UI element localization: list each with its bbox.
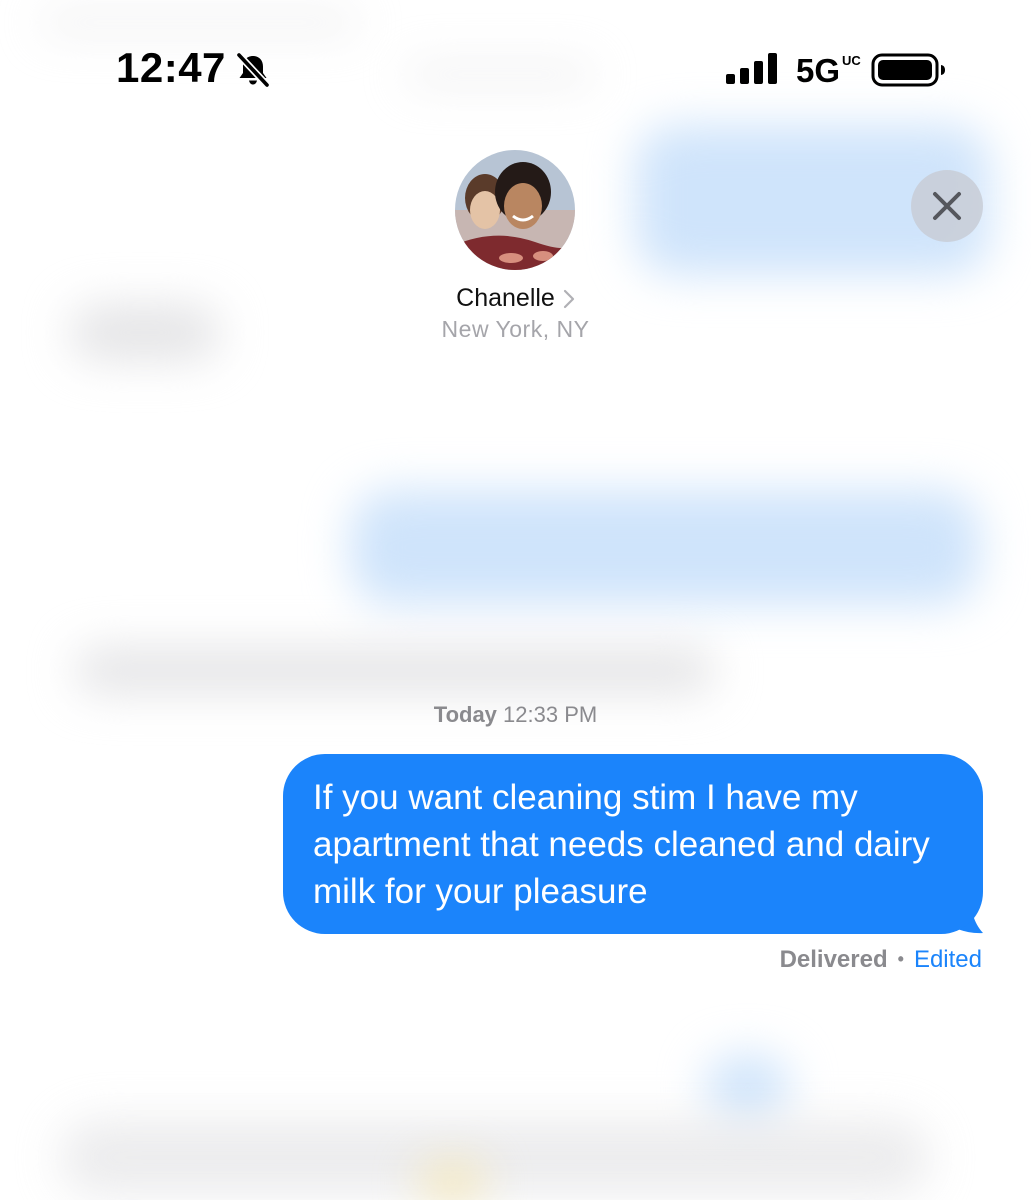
edited-link[interactable]: Edited xyxy=(914,946,982,973)
message-bubble[interactable]: If you want cleaning stim I have my apar… xyxy=(283,754,983,934)
timestamp-day: Today xyxy=(433,702,497,727)
contact-location: New York, NY xyxy=(441,316,590,342)
blurred-message-bubble xyxy=(60,1120,930,1195)
status-separator: • xyxy=(897,949,904,969)
battery-full-icon xyxy=(871,53,945,87)
close-button[interactable] xyxy=(911,170,983,242)
message-timestamp: Today 12:33 PM xyxy=(0,702,1031,728)
blurred-emoji xyxy=(420,1165,485,1200)
chevron-right-icon xyxy=(563,290,574,309)
blurred-message-bubble xyxy=(350,490,980,605)
status-time: 12:47 xyxy=(116,44,226,91)
blurred-message-text xyxy=(40,10,360,35)
blurred-message-bubble xyxy=(705,1055,790,1120)
blurred-message-bubble xyxy=(75,648,715,693)
contact-name: Chanelle xyxy=(456,284,555,312)
sent-message[interactable]: If you want cleaning stim I have my apar… xyxy=(283,754,983,934)
cellular-signal-icon xyxy=(726,53,777,84)
delivered-label: Delivered xyxy=(779,946,888,973)
contact-avatar[interactable] xyxy=(455,150,575,270)
bell-slash-icon xyxy=(235,52,271,88)
contact-photo xyxy=(455,150,575,270)
network-suffix: UC xyxy=(842,53,861,68)
network-type: 5G xyxy=(796,52,841,89)
close-icon xyxy=(933,192,961,220)
contact-name-button[interactable]: Chanelle xyxy=(0,282,1031,314)
blurred-message-text xyxy=(405,62,595,87)
delivery-status: Delivered • Edited xyxy=(780,946,982,974)
timestamp-time: 12:33 PM xyxy=(503,702,598,727)
